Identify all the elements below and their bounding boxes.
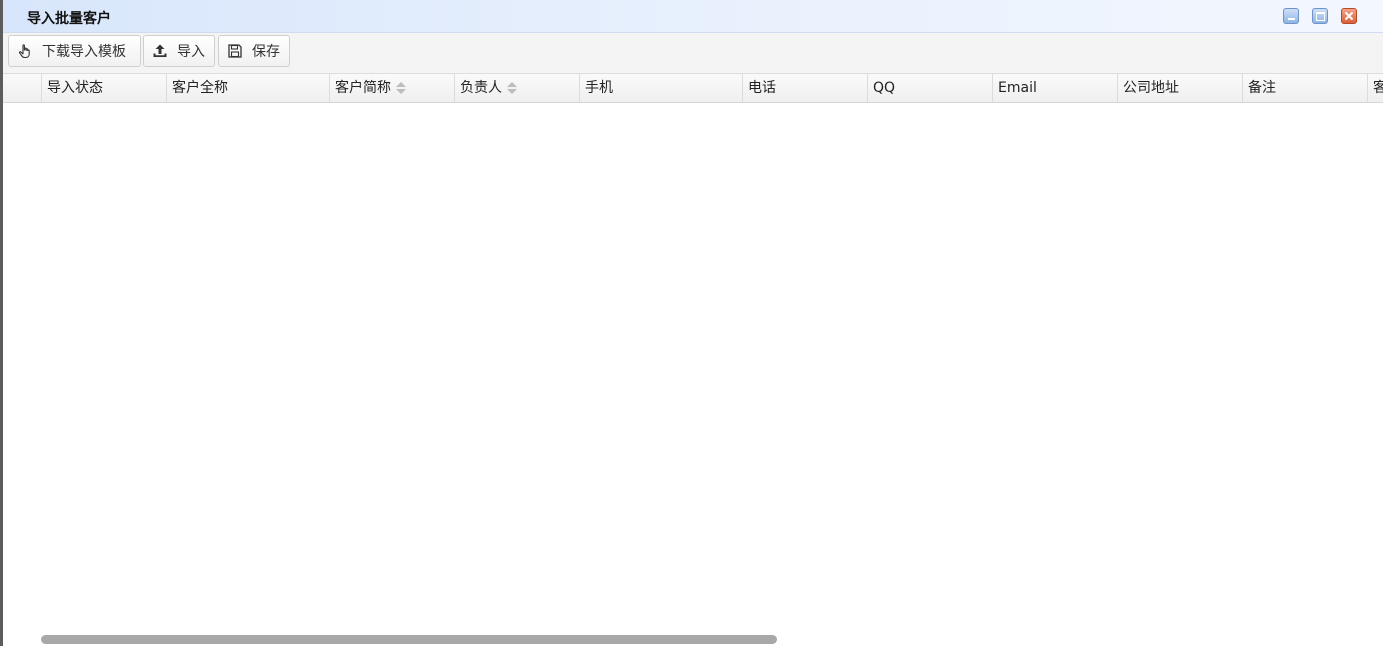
column-header-email[interactable]: Email xyxy=(992,74,1117,102)
sort-icon[interactable] xyxy=(396,81,406,95)
maximize-icon[interactable] xyxy=(1312,8,1328,24)
dialog-title: 导入批量客户 xyxy=(27,11,111,27)
column-header-qq[interactable]: QQ xyxy=(867,74,992,102)
import-button[interactable]: 导入 xyxy=(143,35,215,67)
minimize-icon[interactable] xyxy=(1283,8,1299,24)
toolbar: 下载导入模板 导入 保存 xyxy=(3,33,1383,74)
column-header-owner[interactable]: 负责人 xyxy=(454,74,579,102)
dialog-titlebar[interactable]: 导入批量客户 xyxy=(3,0,1383,33)
grid-body[interactable] xyxy=(3,103,1383,646)
horizontal-scrollbar[interactable] xyxy=(41,635,777,644)
column-header-import-status[interactable]: 导入状态 xyxy=(41,74,166,102)
close-icon[interactable] xyxy=(1341,8,1357,24)
download-template-button[interactable]: 下载导入模板 xyxy=(8,35,141,67)
save-button[interactable]: 保存 xyxy=(218,35,290,67)
upload-icon xyxy=(151,42,169,60)
column-header-mobile[interactable]: 手机 xyxy=(579,74,742,102)
column-header-remark[interactable]: 备注 xyxy=(1242,74,1367,102)
download-template-label: 下载导入模板 xyxy=(42,44,126,60)
import-customers-dialog: 导入批量客户 下载导入模板 导入 保存 导入状态 客户全称 客户简称 负责人 手… xyxy=(0,0,1383,646)
grid-header: 导入状态 客户全称 客户简称 负责人 手机 电话 QQ Email 公司地址 备… xyxy=(3,74,1383,103)
sort-icon[interactable] xyxy=(507,81,517,95)
column-header-more[interactable]: 客 xyxy=(1367,74,1383,102)
import-label: 导入 xyxy=(177,44,205,60)
floppy-disk-icon xyxy=(226,42,244,60)
column-header-full-name[interactable]: 客户全称 xyxy=(166,74,329,102)
hand-pointer-icon xyxy=(16,42,34,60)
column-header-rownum xyxy=(3,74,41,102)
column-header-phone[interactable]: 电话 xyxy=(742,74,867,102)
column-header-address[interactable]: 公司地址 xyxy=(1117,74,1242,102)
save-label: 保存 xyxy=(252,44,280,60)
column-header-short-name[interactable]: 客户简称 xyxy=(329,74,454,102)
